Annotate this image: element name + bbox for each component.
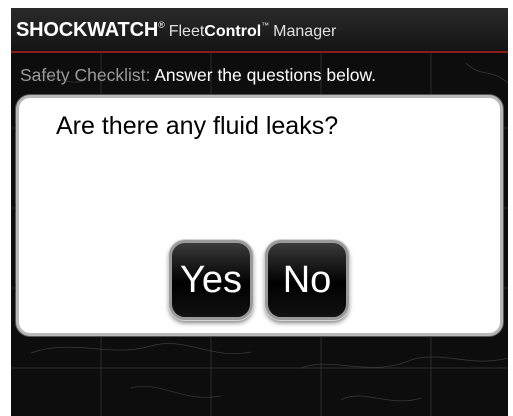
brand-registered-mark: ® <box>158 20 165 30</box>
brand-trademark: ™ <box>261 21 270 30</box>
brand-control: Control <box>204 23 262 40</box>
page-subtitle: Safety Checklist: Answer the questions b… <box>20 65 376 86</box>
brand-shockwatch: SHOCKWATCH <box>16 19 159 41</box>
brand-fleet: Fleet <box>168 23 205 40</box>
brand-manager: Manager <box>273 23 337 40</box>
app-header: SHOCKWATCH® FleetControl™ Manager <box>11 8 508 53</box>
yes-button[interactable]: Yes <box>169 240 253 320</box>
no-button[interactable]: No <box>265 240 349 320</box>
question-text: Are there any fluid leaks? <box>56 112 339 140</box>
device-screen: SHOCKWATCH® FleetControl™ Manager Safety C… <box>11 8 508 416</box>
screen: SHOCKWATCH® FleetControl™ Manager Safety C… <box>0 0 513 416</box>
subtitle-instruction: Answer the questions below. <box>154 65 377 85</box>
question-dialog: Are there any fluid leaks? Yes No <box>16 95 503 336</box>
brand-logo: SHOCKWATCH® FleetControl™ Manager <box>16 19 336 42</box>
subtitle-label: Safety Checklist: <box>20 65 151 85</box>
header-divider <box>11 51 508 53</box>
